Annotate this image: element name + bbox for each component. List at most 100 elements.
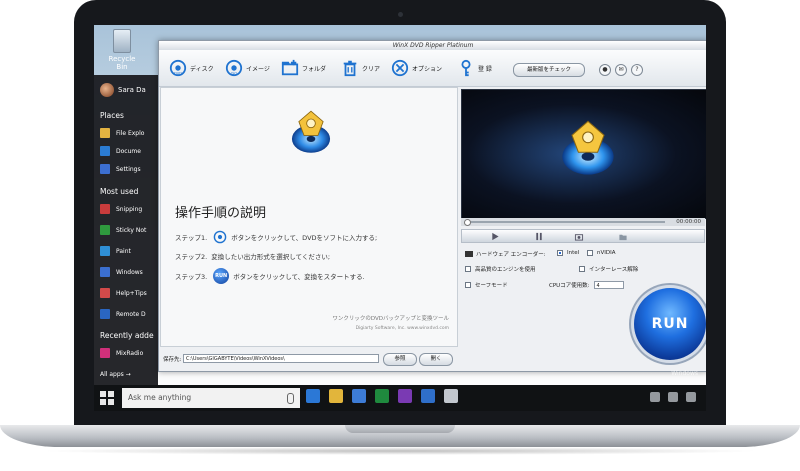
step1-text: ボタンをクリックして、DVDをソフトに入力する; [231,234,378,242]
explorer-icon[interactable] [329,389,343,403]
deinterlace-check-box[interactable] [579,266,585,272]
browse-button[interactable]: 参照 [383,353,417,366]
account-icon[interactable]: ● [599,64,611,76]
network-icon[interactable] [650,392,660,402]
guide-step-2: ステップ2. 変換したい出力形式を選択してください; [175,251,330,261]
safe-mode-checkbox[interactable]: セーフモード [465,281,508,289]
guide-panel: 操作手順の説明 ステップ1. ボタンをクリックして、DVDをソフトに入力する; … [160,87,458,347]
taskbar-search-box[interactable]: Ask me anything [122,388,300,408]
toolbar: DVD ディスク ISO イメージ フォルダ クリア オプション 登 録 最新版… [159,50,706,87]
store-icon[interactable] [352,389,366,403]
recycle-bin-label: Recycle Bin [108,55,136,71]
app-icon [100,288,110,298]
notification-icon[interactable] [686,392,696,402]
hq-engine-checkbox[interactable]: 高品質のエンジンを使用 [465,265,536,273]
player-controls [461,229,705,243]
cpu-core-select[interactable]: 4 [593,281,624,289]
most-used-item[interactable]: Sticky Not [100,224,146,236]
seek-handle[interactable] [464,219,471,226]
onenote-icon[interactable] [398,389,412,403]
places-item-label: File Explo [116,129,145,137]
iso-image-button[interactable]: ISO イメージ [225,58,270,78]
play-icon[interactable] [490,232,500,241]
safe-mode-check-box[interactable] [465,282,471,288]
most-used-item[interactable]: Remote D [100,308,146,320]
most-used-item-label: Sticky Not [116,226,147,234]
most-used-item-label: Snipping [116,205,143,213]
seek-bar[interactable]: 00:00:00 [461,218,705,226]
step2-label: ステップ2. [175,253,208,261]
intel-label: Intel [567,250,580,256]
run-button[interactable]: RUN [634,288,706,360]
footer-tagline: ワンクリックのDVDバックアップと変換ツール [332,316,449,322]
media-icon[interactable] [421,389,435,403]
intel-check-box[interactable] [557,250,563,256]
start-user[interactable]: Sara Da [100,83,146,97]
safe-mode-label: セーフモード [475,283,508,289]
pause-icon[interactable] [534,232,544,241]
check-update-button[interactable]: 最新版をチェック [513,63,585,77]
app-icon [100,146,110,156]
microphone-icon[interactable] [287,393,294,404]
intel-checkbox[interactable]: Intel [557,250,579,256]
title-bar[interactable]: WinX DVD Ripper Platinum [159,41,706,50]
search-placeholder: Ask me anything [128,393,192,402]
places-item-label: Docume [116,147,141,155]
recently-added-item-label: MixRadio [116,349,144,357]
most-used-item[interactable]: Snipping [100,203,142,215]
cpu-core-option: CPUコア使用数: 4 [549,281,624,289]
cpu-core-label: CPUコア使用数: [549,283,590,289]
places-item[interactable]: Docume [100,145,141,157]
all-apps-link[interactable]: All apps → [100,371,131,378]
nvidia-check-box[interactable] [587,250,593,256]
snapshot-icon[interactable] [574,232,584,241]
recycle-bin-icon [113,29,131,53]
most-used-item-label: Help+Tips [116,289,147,297]
deinterlace-label: インターレース解除 [589,267,639,273]
recycle-bin[interactable]: Recycle Bin [104,29,140,71]
places-item[interactable]: File Explo [100,127,144,139]
image-button-label: イメージ [246,65,270,73]
register-button[interactable]: 登 録 [457,58,492,78]
places-item[interactable]: Settings [100,163,141,175]
paint-icon[interactable] [444,389,458,403]
system-tray [642,392,696,402]
edge-icon[interactable] [306,389,320,403]
most-used-item-label: Paint [116,247,131,255]
webcam [398,12,403,17]
folder-button[interactable]: フォルダ [281,58,326,78]
help-icon[interactable]: ? [631,64,643,76]
options-button[interactable]: オプション [391,58,442,78]
most-used-item[interactable]: Help+Tips [100,287,147,299]
open-folder-button[interactable]: 開く [419,353,453,366]
playback-time: 00:00:00 [676,219,701,225]
hw-encoder-option: ハードウェア エンコーダー: [465,250,546,258]
output-label: 保存先: [163,357,182,363]
windows-start-icon[interactable] [98,389,116,407]
guide-step-3: ステップ3. RUN ボタンをクリックして、変換をスタートする. [175,268,365,284]
volume-icon[interactable] [668,392,678,402]
hq-engine-check-box[interactable] [465,266,471,272]
run-mini-icon: RUN [213,268,230,284]
dvd-disc-button[interactable]: DVD ディスク [169,58,214,78]
windows-watermark: Windows [671,370,698,377]
app-icon [100,267,110,277]
excel-icon[interactable] [375,389,389,403]
most-used-item[interactable]: Windows [100,266,143,278]
recently-added-heading: Recently adde [100,331,154,340]
mail-icon[interactable]: ✉ [615,64,627,76]
recently-added-item[interactable]: MixRadio [100,347,143,359]
desktop-screen: Recycle Bin Sara Da Places File Explo Doc… [94,25,706,411]
output-path-field[interactable]: C:\Users\GIGABYTE\Videos\WinXVideos\ [183,354,379,363]
step1-label: ステップ1. [175,234,208,242]
deinterlace-checkbox[interactable]: インターレース解除 [579,265,638,273]
trash-icon [343,60,357,77]
step3-text: ボタンをクリックして、変換をスタートする. [233,273,365,281]
most-used-heading: Most used [100,187,139,196]
clear-button[interactable]: クリア [341,58,380,78]
open-folder-icon[interactable] [618,232,628,241]
nvidia-checkbox[interactable]: nVIDIA [587,250,616,256]
output-folder-row: 保存先: C:\Users\GIGABYTE\Videos\WinXVideos… [161,352,457,366]
most-used-item[interactable]: Paint [100,245,131,257]
app-icon [100,348,110,358]
